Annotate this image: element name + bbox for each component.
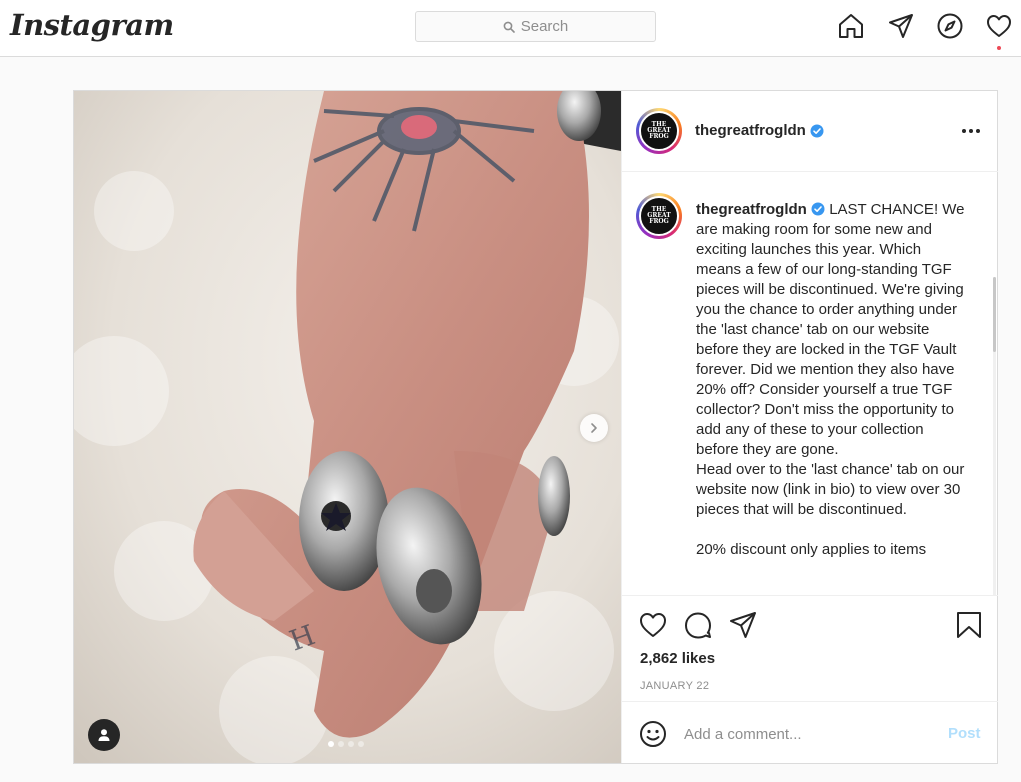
search-icon bbox=[503, 21, 515, 33]
home-icon[interactable] bbox=[837, 12, 865, 40]
more-dot bbox=[969, 129, 973, 133]
caption-scrollbar-thumb[interactable] bbox=[993, 277, 996, 352]
caption-paragraph: 20% discount only applies to items bbox=[696, 541, 927, 558]
post-date[interactable]: JANUARY 22 bbox=[640, 680, 709, 692]
post-sidebar: THE GREAT FROG thegreatfrogldn THE GREAT… bbox=[621, 91, 998, 763]
like-heart-icon[interactable] bbox=[638, 610, 668, 640]
chevron-right-icon bbox=[591, 423, 597, 433]
search-input[interactable]: Search bbox=[415, 11, 656, 42]
post-caption: thegreatfrogldn LAST CHANCE! We are maki… bbox=[696, 200, 970, 560]
carousel-dot bbox=[328, 741, 334, 747]
search-placeholder: Search bbox=[520, 18, 569, 35]
direct-send-icon[interactable] bbox=[887, 12, 915, 40]
save-bookmark-icon[interactable] bbox=[954, 610, 984, 640]
post-media-carousel[interactable]: H bbox=[74, 91, 621, 763]
verified-badge-icon bbox=[810, 124, 824, 137]
explore-compass-icon[interactable] bbox=[936, 12, 964, 40]
author-username[interactable]: thegreatfrogldn bbox=[695, 122, 806, 139]
user-icon bbox=[98, 729, 110, 741]
carousel-dot bbox=[358, 741, 364, 747]
more-dot bbox=[962, 129, 966, 133]
emoji-smiley-icon[interactable] bbox=[639, 720, 667, 748]
post-actions: 2,862 likes JANUARY 22 bbox=[622, 595, 998, 701]
activity-heart-icon[interactable] bbox=[985, 12, 1013, 40]
more-dot bbox=[976, 129, 980, 133]
carousel-dot bbox=[348, 741, 354, 747]
caption-paragraph: Head over to the 'last chance' tab on ou… bbox=[696, 461, 965, 518]
avatar-logo-text: THE GREAT FROG bbox=[647, 121, 671, 140]
post-comment-button[interactable]: Post bbox=[948, 725, 981, 742]
post-photo-hand-with-rings: H bbox=[74, 91, 621, 763]
tagged-users-button[interactable] bbox=[88, 719, 120, 751]
carousel-indicator bbox=[328, 741, 364, 747]
author-avatar[interactable]: THE GREAT FROG bbox=[636, 108, 682, 154]
post-card: H THE GREAT FROG thegreatfrogldn THE GRE… bbox=[73, 90, 998, 764]
comment-composer: Post bbox=[622, 701, 998, 763]
more-options-button[interactable] bbox=[956, 121, 986, 141]
likes-count[interactable]: 2,862 likes bbox=[640, 650, 715, 667]
comment-bubble-icon[interactable] bbox=[683, 610, 713, 640]
post-header: THE GREAT FROG thegreatfrogldn bbox=[622, 91, 998, 172]
caption-scroll-area[interactable]: THE GREAT FROG thegreatfrogldn LAST CHAN… bbox=[622, 172, 998, 595]
avatar-logo-text: THE GREAT FROG bbox=[647, 206, 671, 225]
caption-paragraph: LAST CHANCE! We are making room for some… bbox=[696, 201, 965, 458]
caption-avatar[interactable]: THE GREAT FROG bbox=[636, 193, 682, 239]
carousel-dot bbox=[338, 741, 344, 747]
instagram-logo[interactable]: Instagram bbox=[10, 8, 174, 42]
share-send-icon[interactable] bbox=[728, 610, 758, 640]
top-navigation-bar: Instagram Search bbox=[0, 0, 1021, 57]
verified-badge-icon bbox=[811, 202, 825, 216]
caption-username[interactable]: thegreatfrogldn bbox=[696, 201, 807, 218]
comment-input[interactable] bbox=[684, 720, 934, 748]
notification-dot bbox=[997, 46, 1001, 50]
carousel-next-button[interactable] bbox=[580, 414, 608, 442]
